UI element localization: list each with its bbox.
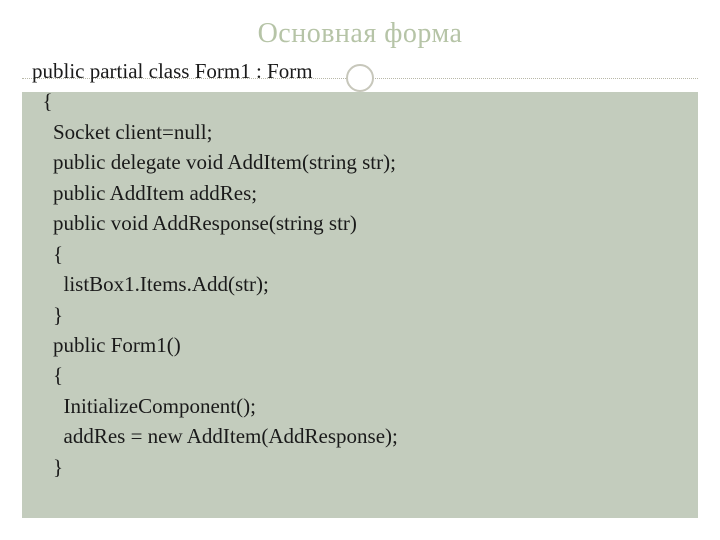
code-line: { [32, 86, 398, 116]
code-line: } [32, 452, 398, 482]
code-block: public partial class Form1 : Form { Sock… [32, 56, 398, 482]
slide-title: Основная форма [0, 18, 720, 50]
code-line: public Form1() [32, 330, 398, 360]
code-line: public AddItem addRes; [32, 178, 398, 208]
code-line: public void AddResponse(string str) [32, 208, 398, 238]
code-line: Socket client=null; [32, 117, 398, 147]
code-line: listBox1.Items.Add(str); [32, 269, 398, 299]
code-line: InitializeComponent(); [32, 391, 398, 421]
code-line: } [32, 300, 398, 330]
code-line: addRes = new AddItem(AddResponse); [32, 421, 398, 451]
code-line: public delegate void AddItem(string str)… [32, 147, 398, 177]
slide: Основная форма public partial class Form… [0, 0, 720, 540]
code-line: { [32, 360, 398, 390]
code-line: public partial class Form1 : Form [32, 56, 398, 86]
title-area: Основная форма [0, 0, 720, 50]
code-line: { [32, 239, 398, 269]
